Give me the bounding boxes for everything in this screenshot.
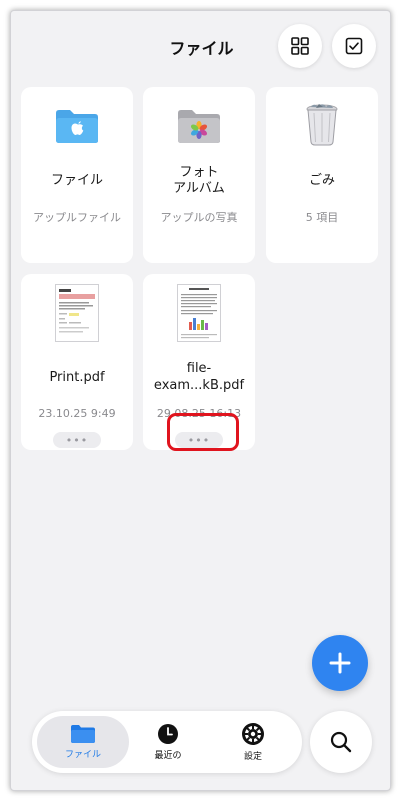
header: ファイル	[11, 11, 390, 81]
file-name: Print.pdf	[49, 370, 105, 385]
select-button[interactable]	[332, 24, 376, 68]
search-button[interactable]	[310, 711, 372, 773]
add-button[interactable]	[312, 635, 368, 691]
folder-name: ごみ	[308, 173, 335, 188]
tab-recent[interactable]: 最近の	[122, 716, 214, 768]
pdf-thumbnail-icon	[21, 284, 133, 342]
folder-name-line2: アルバム	[173, 181, 225, 196]
search-icon	[330, 731, 352, 753]
folder-card-trash[interactable]: ごみ 5 項目	[266, 87, 378, 263]
folder-icon	[71, 725, 95, 743]
file-date: 23.10.25 9:49	[38, 407, 116, 420]
folder-name: ファイル	[50, 173, 103, 188]
grid-view-icon	[291, 37, 309, 55]
apple-folder-icon	[21, 107, 133, 145]
folder-name-line1: フォト	[179, 165, 219, 180]
tab-files[interactable]: ファイル	[37, 716, 129, 768]
tab-label: ファイル	[64, 750, 101, 760]
tab-label: 設定	[243, 752, 262, 762]
app-screen: ファイル ファイル アップルファイル フォト アルバム アップルの写真 ごみ 5…	[10, 10, 391, 791]
pdf-thumbnail-icon	[143, 284, 255, 342]
gear-icon	[242, 723, 264, 745]
folder-subtitle: 5 項目	[305, 211, 339, 224]
folder-card-photo-albums[interactable]: フォト アルバム アップルの写真	[143, 87, 255, 263]
more-options-button[interactable]: •••	[53, 432, 101, 448]
plus-icon	[329, 652, 351, 674]
folder-card-files[interactable]: ファイル アップルファイル	[21, 87, 133, 263]
clock-icon	[158, 724, 178, 744]
tab-bar: ファイル 最近の 設定	[32, 711, 302, 773]
photos-folder-icon	[143, 107, 255, 145]
tab-label: 最近の	[154, 751, 182, 761]
highlight-annotation	[167, 413, 239, 451]
file-name-line2: exam...kB.pdf	[153, 378, 245, 393]
grid-view-button[interactable]	[278, 24, 322, 68]
file-name-line1: file-	[186, 361, 212, 376]
file-card-print-pdf[interactable]: Print.pdf 23.10.25 9:49 •••	[21, 274, 133, 450]
tab-settings[interactable]: 設定	[207, 716, 299, 768]
checkbox-select-icon	[345, 37, 363, 55]
folder-subtitle: アップルの写真	[160, 211, 238, 224]
folder-subtitle: アップルファイル	[33, 211, 121, 224]
trash-icon	[266, 101, 378, 147]
